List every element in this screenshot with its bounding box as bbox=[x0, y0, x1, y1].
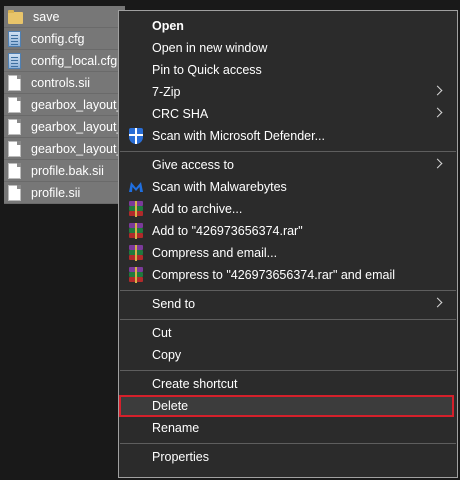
menu-item-label: Cut bbox=[152, 326, 172, 340]
file-row-config-local[interactable]: config_local.cfg bbox=[4, 50, 125, 72]
context-menu: Open Open in new window Pin to Quick acc… bbox=[118, 10, 458, 478]
menu-item-label: Compress and email... bbox=[152, 246, 278, 260]
winrar-icon bbox=[128, 267, 144, 283]
config-file-icon bbox=[8, 52, 21, 69]
file-name: gearbox_layout_e bbox=[31, 141, 125, 156]
menu-item-label: Copy bbox=[152, 348, 182, 362]
menu-item-open[interactable]: Open bbox=[119, 15, 457, 37]
menu-item-label: Open bbox=[152, 19, 184, 33]
document-icon bbox=[8, 162, 21, 179]
menu-item-send-to[interactable]: Send to bbox=[119, 293, 457, 315]
menu-item-label: Create shortcut bbox=[152, 377, 238, 391]
file-row-save[interactable]: save bbox=[4, 6, 125, 28]
menu-item-add-to-archive[interactable]: Add to archive... bbox=[119, 198, 457, 220]
chevron-right-icon bbox=[432, 85, 443, 96]
malwarebytes-icon bbox=[128, 179, 144, 195]
menu-separator bbox=[120, 370, 456, 371]
file-row-gearbox-1[interactable]: gearbox_layout_e bbox=[4, 94, 125, 116]
menu-item-compress-rar-email[interactable]: Compress to "426973656374.rar" and email bbox=[119, 264, 457, 286]
file-row-profile-bak[interactable]: profile.bak.sii bbox=[4, 160, 125, 182]
menu-item-pin-quick-access[interactable]: Pin to Quick access bbox=[119, 59, 457, 81]
menu-item-cut[interactable]: Cut bbox=[119, 322, 457, 344]
menu-item-scan-malwarebytes[interactable]: Scan with Malwarebytes bbox=[119, 176, 457, 198]
file-name: save bbox=[33, 9, 60, 24]
menu-item-7zip[interactable]: 7-Zip bbox=[119, 81, 457, 103]
menu-item-label: 7-Zip bbox=[152, 85, 181, 99]
menu-item-label: Add to "426973656374.rar" bbox=[152, 224, 303, 238]
chevron-right-icon bbox=[432, 107, 443, 118]
menu-item-label: Send to bbox=[152, 297, 196, 311]
menu-item-crc-sha[interactable]: CRC SHA bbox=[119, 103, 457, 125]
folder-icon bbox=[8, 9, 23, 24]
winrar-icon bbox=[128, 245, 144, 261]
file-name: gearbox_layout_e bbox=[31, 119, 125, 134]
menu-item-label: Pin to Quick access bbox=[152, 63, 262, 77]
file-row-config[interactable]: config.cfg bbox=[4, 28, 125, 50]
menu-separator bbox=[120, 319, 456, 320]
menu-item-label: Properties bbox=[152, 450, 209, 464]
menu-item-label: Open in new window bbox=[152, 41, 268, 55]
menu-separator bbox=[120, 151, 456, 152]
file-name: profile.sii bbox=[31, 185, 81, 200]
file-name: config_local.cfg bbox=[31, 53, 118, 68]
document-icon bbox=[8, 74, 21, 91]
config-file-icon bbox=[8, 30, 21, 47]
file-name: gearbox_layout_e bbox=[31, 97, 125, 112]
menu-item-add-to-rar[interactable]: Add to "426973656374.rar" bbox=[119, 220, 457, 242]
menu-item-label: Add to archive... bbox=[152, 202, 243, 216]
menu-item-create-shortcut[interactable]: Create shortcut bbox=[119, 373, 457, 395]
file-name: config.cfg bbox=[31, 31, 85, 46]
file-row-profile[interactable]: profile.sii bbox=[4, 182, 125, 204]
menu-item-scan-defender[interactable]: Scan with Microsoft Defender... bbox=[119, 125, 457, 147]
file-name: profile.bak.sii bbox=[31, 163, 104, 178]
defender-shield-icon bbox=[128, 128, 144, 144]
menu-separator bbox=[120, 290, 456, 291]
file-row-controls[interactable]: controls.sii bbox=[4, 72, 125, 94]
menu-item-open-new-window[interactable]: Open in new window bbox=[119, 37, 457, 59]
document-icon bbox=[8, 118, 21, 135]
chevron-right-icon bbox=[432, 297, 443, 308]
menu-item-label: Scan with Malwarebytes bbox=[152, 180, 287, 194]
winrar-icon bbox=[128, 223, 144, 239]
menu-item-label: CRC SHA bbox=[152, 107, 209, 121]
menu-item-label: Rename bbox=[152, 421, 200, 435]
file-row-gearbox-3[interactable]: gearbox_layout_e bbox=[4, 138, 125, 160]
winrar-icon bbox=[128, 201, 144, 217]
menu-separator bbox=[120, 443, 456, 444]
menu-item-delete[interactable]: Delete bbox=[119, 395, 454, 417]
menu-item-compress-email[interactable]: Compress and email... bbox=[119, 242, 457, 264]
menu-item-label: Give access to bbox=[152, 158, 234, 172]
file-name: controls.sii bbox=[31, 75, 91, 90]
menu-item-label: Scan with Microsoft Defender... bbox=[152, 129, 325, 143]
menu-item-rename[interactable]: Rename bbox=[119, 417, 457, 439]
file-row-gearbox-2[interactable]: gearbox_layout_e bbox=[4, 116, 125, 138]
menu-item-give-access[interactable]: Give access to bbox=[119, 154, 457, 176]
menu-item-label: Compress to "426973656374.rar" and email bbox=[152, 268, 396, 282]
menu-item-copy[interactable]: Copy bbox=[119, 344, 457, 366]
document-icon bbox=[8, 140, 21, 157]
document-icon bbox=[8, 184, 21, 201]
menu-item-properties[interactable]: Properties bbox=[119, 446, 457, 468]
document-icon bbox=[8, 96, 21, 113]
menu-item-label: Delete bbox=[152, 399, 189, 413]
chevron-right-icon bbox=[432, 158, 443, 169]
